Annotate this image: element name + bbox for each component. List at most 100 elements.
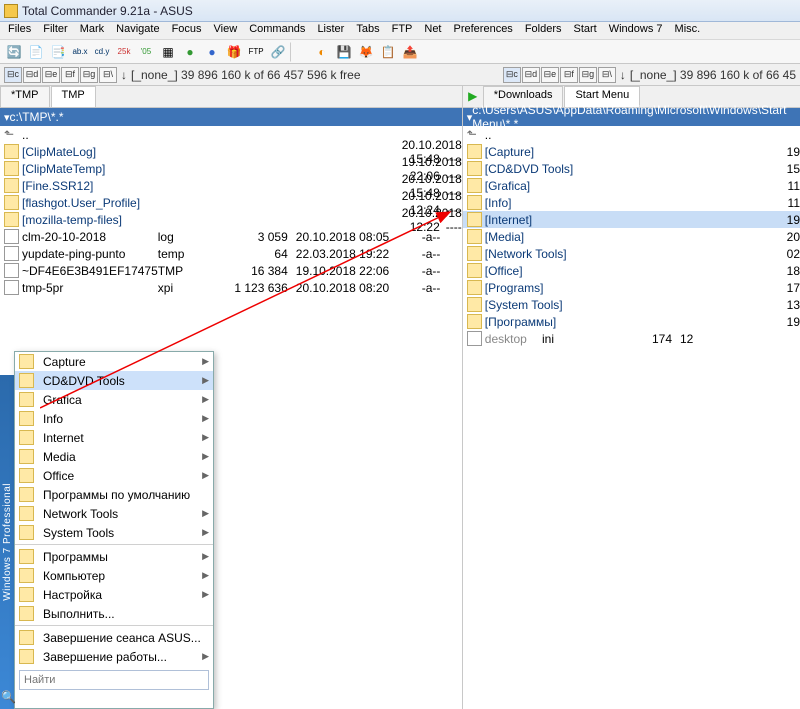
- startmenu-media[interactable]: Media▶: [15, 447, 213, 466]
- drive-c[interactable]: ⊟c: [4, 67, 22, 83]
- toolbar-ftp[interactable]: FTP: [246, 42, 266, 62]
- drive-\[interactable]: ⊟\: [99, 67, 117, 83]
- startmenu-system-tools[interactable]: System Tools▶: [15, 523, 213, 542]
- menu-misc.[interactable]: Misc.: [669, 22, 707, 39]
- search-icon[interactable]: 🔍: [1, 690, 16, 704]
- startmenu-office[interactable]: Office▶: [15, 466, 213, 485]
- folder-icon: [467, 195, 482, 210]
- capture-icon: [19, 354, 34, 369]
- menu-commands[interactable]: Commands: [243, 22, 311, 39]
- toolbar-save-icon[interactable]: 💾: [334, 42, 354, 62]
- file-date: 20: [787, 230, 800, 244]
- file-row[interactable]: [System Tools]13: [463, 296, 800, 313]
- startmenu-настройка[interactable]: Настройка▶: [15, 585, 213, 604]
- file-row[interactable]: [Программы]19: [463, 313, 800, 330]
- file-date: 19: [787, 145, 800, 159]
- left-path-bar[interactable]: ▾ c:\TMP\*.*: [0, 108, 462, 126]
- file-row[interactable]: [Programs]17: [463, 279, 800, 296]
- file-row[interactable]: clm-20-10-2018log3 05920.10.2018 08:05-a…: [0, 228, 462, 245]
- menu-lister[interactable]: Lister: [311, 22, 350, 39]
- startmenu-завершение-сеанса-asus-[interactable]: Завершение сеанса ASUS...: [15, 628, 213, 647]
- folder-icon: [4, 144, 19, 159]
- file-row[interactable]: [Office]18: [463, 262, 800, 279]
- menu-navigate[interactable]: Navigate: [110, 22, 165, 39]
- toolbar-05[interactable]: '05: [136, 42, 156, 62]
- startmenu-cd-dvd-tools[interactable]: CD&DVD Tools▶: [15, 371, 213, 390]
- menu-filter[interactable]: Filter: [37, 22, 73, 39]
- startmenu-search-input[interactable]: [19, 670, 209, 690]
- toolbar-gift[interactable]: 🎁: [224, 42, 244, 62]
- startmenu-grafica[interactable]: Grafica▶: [15, 390, 213, 409]
- menu-view[interactable]: View: [208, 22, 244, 39]
- startmenu-network-tools[interactable]: Network Tools▶: [15, 504, 213, 523]
- menu-files[interactable]: Files: [2, 22, 37, 39]
- file-row[interactable]: [Network Tools]02: [463, 245, 800, 262]
- toolbar-25k[interactable]: 25k: [114, 42, 134, 62]
- file-row[interactable]: ⬑..: [463, 126, 800, 143]
- toolbar-cdy[interactable]: cd.y: [92, 42, 112, 62]
- startmenu-программы-по-умолчанию[interactable]: Программы по умолчанию: [15, 485, 213, 504]
- startmenu-internet[interactable]: Internet▶: [15, 428, 213, 447]
- menu-focus[interactable]: Focus: [166, 22, 208, 39]
- drive-e[interactable]: ⊟e: [42, 67, 60, 83]
- startmenu-компьютер[interactable]: Компьютер▶: [15, 566, 213, 585]
- drive-e[interactable]: ⊟e: [541, 67, 559, 83]
- right-panel: ▶ *DownloadsStart Menu ▾ c:\Users\ASUS\A…: [463, 86, 800, 709]
- file-row[interactable]: [Internet]19: [463, 211, 800, 228]
- toolbar-abc[interactable]: ab.x: [70, 42, 90, 62]
- menu-folders[interactable]: Folders: [519, 22, 568, 39]
- startmenu-info[interactable]: Info▶: [15, 409, 213, 428]
- tab-tmp[interactable]: TMP: [51, 86, 96, 107]
- menu-preferences[interactable]: Preferences: [448, 22, 519, 39]
- menu-mark[interactable]: Mark: [74, 22, 110, 39]
- right-path-bar[interactable]: ▾ c:\Users\ASUS\AppData\Roaming\Microsof…: [463, 108, 800, 126]
- drive-f[interactable]: ⊟f: [560, 67, 578, 83]
- drive-\[interactable]: ⊟\: [598, 67, 616, 83]
- file-size: 19: [730, 145, 800, 159]
- grafica-icon: [19, 392, 34, 407]
- menu-start[interactable]: Start: [568, 22, 603, 39]
- file-row[interactable]: [mozilla-temp-files]20.10.2018 12:22----: [0, 211, 462, 228]
- drive-d[interactable]: ⊟d: [23, 67, 41, 83]
- menu-windows-7[interactable]: Windows 7: [603, 22, 669, 39]
- file-row[interactable]: tmp-5prxpi1 123 63620.10.2018 08:20-a--: [0, 279, 462, 296]
- file-row[interactable]: [CD&DVD Tools]15: [463, 160, 800, 177]
- win7-sidebar: Windows 7 Professional: [0, 375, 14, 709]
- drive-c[interactable]: ⊟c: [503, 67, 521, 83]
- drive-f[interactable]: ⊟f: [61, 67, 79, 83]
- toolbar-blue[interactable]: ●: [202, 42, 222, 62]
- menu-net[interactable]: Net: [418, 22, 447, 39]
- menu-tabs[interactable]: Tabs: [350, 22, 385, 39]
- toolbar-url[interactable]: 🔗: [268, 42, 288, 62]
- startmenu-capture[interactable]: Capture▶: [15, 352, 213, 371]
- file-row[interactable]: [Grafica]11: [463, 177, 800, 194]
- file-row[interactable]: [Media]20: [463, 228, 800, 245]
- file-row[interactable]: yupdate-ping-puntotemp6422.03.2018 19:22…: [0, 245, 462, 262]
- toolbar-grid[interactable]: ▦: [158, 42, 178, 62]
- drive-g[interactable]: ⊟g: [579, 67, 597, 83]
- toolbar-refresh[interactable]: 🔄: [4, 42, 24, 62]
- toolbar-view1[interactable]: 📄: [26, 42, 46, 62]
- file-row[interactable]: desktopini17412: [463, 330, 800, 347]
- file-row[interactable]: [Capture]19: [463, 143, 800, 160]
- drive-d[interactable]: ⊟d: [522, 67, 540, 83]
- toolbar-firefox-icon[interactable]: 🦊: [356, 42, 376, 62]
- startmenu-завершение-работы-[interactable]: Завершение работы...▶: [15, 647, 213, 666]
- startmenu-программы[interactable]: Программы▶: [15, 547, 213, 566]
- toolbar-view2[interactable]: 📑: [48, 42, 68, 62]
- right-file-list[interactable]: ⬑..[Capture]19[CD&DVD Tools]15[Grafica]1…: [463, 126, 800, 709]
- file-row[interactable]: ~DF4E6E3B491EF17475TMP16 38419.10.2018 2…: [0, 262, 462, 279]
- start-menu-popup: Capture▶CD&DVD Tools▶Grafica▶Info▶Intern…: [14, 351, 214, 709]
- window-titlebar: Total Commander 9.21a - ASUS: [0, 0, 800, 22]
- startmenu-выполнить-[interactable]: Выполнить...: [15, 604, 213, 623]
- menu-ftp[interactable]: FTP: [386, 22, 419, 39]
- startmenu-label: Internet: [43, 431, 84, 445]
- drive-g[interactable]: ⊟g: [80, 67, 98, 83]
- toolbar-y1[interactable]: ◐: [312, 42, 332, 62]
- file-row[interactable]: [Info]11: [463, 194, 800, 211]
- startmenu-label: Info: [43, 412, 63, 426]
- tab-tmp[interactable]: *TMP: [0, 86, 50, 107]
- toolbar-p1[interactable]: 📋: [378, 42, 398, 62]
- toolbar-p2[interactable]: 📤: [400, 42, 420, 62]
- toolbar-green[interactable]: ●: [180, 42, 200, 62]
